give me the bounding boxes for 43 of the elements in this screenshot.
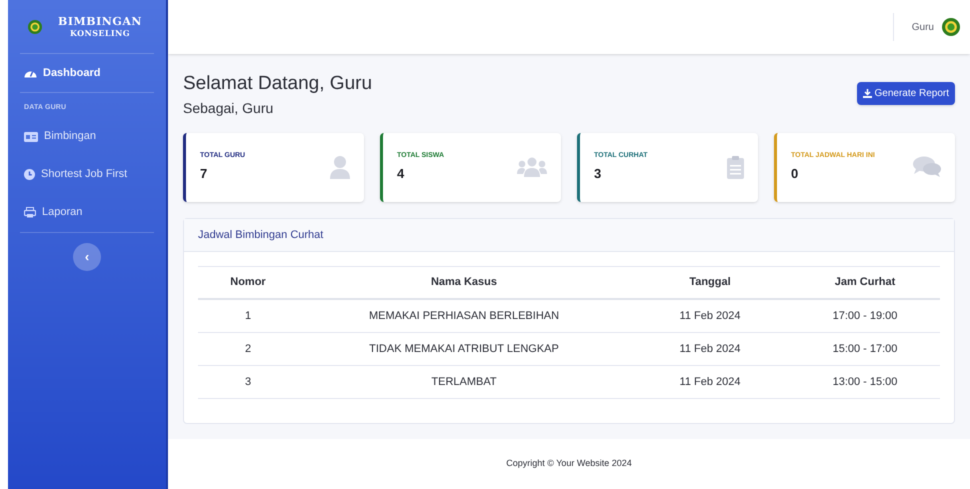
users-icon (517, 157, 547, 178)
sidebar-item[interactable]: Shortest Job First (20, 156, 154, 194)
table-cell: TERLAMBAT (298, 365, 630, 398)
table-cell: TIDAK MEMAKAI ATRIBUT LENGKAP (298, 332, 630, 366)
sidebar-item[interactable]: Laporan (20, 194, 154, 232)
emblem-icon (28, 20, 42, 34)
table-cell: 1 (198, 299, 298, 332)
stat-value: 7 (200, 165, 208, 184)
speech-bubbles-icon (913, 156, 941, 178)
column-header: Nomor (198, 266, 298, 300)
table-cell: 13:00 - 15:00 (790, 365, 940, 398)
emblem-icon (942, 18, 960, 36)
sidebar-item[interactable]: Dashboard (20, 54, 154, 92)
download-icon (862, 89, 872, 98)
table-cell: 15:00 - 17:00 (790, 332, 940, 366)
table-cell: 11 Feb 2024 (630, 365, 790, 398)
user-name[interactable]: Guru (912, 20, 934, 34)
clipboard-icon (727, 156, 744, 179)
table-cell: 3 (198, 365, 298, 398)
table-cell: 2 (198, 332, 298, 366)
clock-icon (24, 169, 35, 180)
user-icon (330, 156, 350, 179)
page-title: Selamat Datang, Guru (183, 72, 372, 96)
copyright-text: Copyright © Your Website 2024 (506, 457, 632, 470)
brand-title: BIMBINGAN (58, 14, 142, 28)
page-subtitle: Sebagai, Guru (183, 98, 274, 118)
sidebar-toggle-button[interactable]: ‹ (73, 242, 101, 270)
stat-value: 0 (791, 165, 800, 184)
brand-title: KONSELING (70, 28, 130, 38)
sidebar-item[interactable]: Bimbingan (20, 118, 154, 156)
generate-report-button[interactable]: Generate Report (856, 82, 955, 105)
id-card-icon (24, 132, 38, 142)
column-header: Jam Curhat (790, 266, 940, 300)
table-cell: 17:00 - 19:00 (790, 299, 940, 332)
stat-value: 4 (397, 165, 406, 184)
table-cell: 11 Feb 2024 (630, 332, 790, 366)
card-title: Jadwal Bimbingan Curhat (198, 228, 324, 242)
column-header: Nama Kasus (298, 266, 630, 300)
table-cell: 11 Feb 2024 (630, 299, 790, 332)
stat-value: 3 (594, 165, 602, 184)
table-cell: MEMAKAI PERHIASAN BERLEBIHAN (298, 299, 630, 332)
printer-icon (24, 207, 36, 218)
column-header: Tanggal (630, 266, 790, 300)
